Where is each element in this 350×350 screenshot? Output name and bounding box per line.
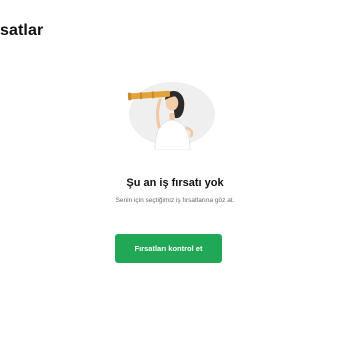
telescope-woman-illustration: [127, 82, 215, 150]
page-title: satlar: [0, 22, 44, 39]
jobs-page: satlar Şu an iş fırsatı yok Senin için s…: [0, 0, 350, 350]
empty-state-subtitle: Senin için seçtiğimiz iş fırsatlarına gö…: [115, 197, 235, 204]
check-opportunities-button[interactable]: Fırsatları kontrol et: [115, 234, 222, 263]
empty-state-title: Şu an iş fırsatı yok: [126, 177, 224, 189]
